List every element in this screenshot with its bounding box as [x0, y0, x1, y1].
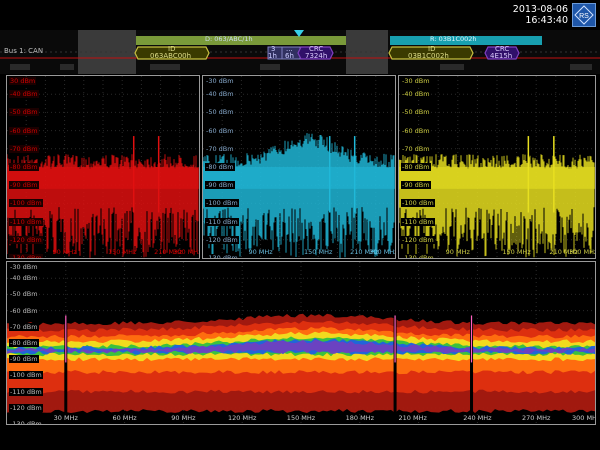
red-y-tick-label: -90 dBm [9, 181, 39, 190]
red-y-tick-label: -110 dBm [9, 217, 43, 226]
bottom-y-tick-label: -30 dBm [9, 263, 39, 271]
yellow-y-tick-label: -110 dBm [401, 217, 435, 226]
bottom-x-tick-label: 120 MHz [227, 414, 257, 422]
red-x-tick-label: 90 MHz [52, 248, 77, 256]
spectrum-panel-cyan[interactable]: -30 dBm -40 dBm -50 dBm -60 dBm -70 dBm -80 d… [202, 75, 396, 259]
red-y-tick-label: -50 dBm [9, 108, 39, 117]
bottom-spectrum-graphic [7, 262, 595, 424]
cyan-y-tick-label: -90 dBm [205, 181, 235, 190]
frame-2-title[interactable]: R: 03B1C002h [430, 35, 477, 43]
yellow-y-tick-label: -50 dBm [401, 108, 431, 117]
red-x-tick-label: 150 MHz [107, 248, 137, 256]
spectrum-panel-yellow[interactable]: -30 dBm -40 dBm -50 dBm -60 dBm -70 dBm -80 d… [398, 75, 596, 259]
cyan-x-tick-label: 300 MHz [369, 248, 396, 256]
bottom-x-tick-label: 180 MHz [345, 414, 374, 422]
bottom-y-tick-label: -130 dBm [9, 420, 43, 424]
bottom-y-tick-label: -40 dBm [9, 274, 39, 283]
rs-logo-icon: RS [572, 3, 596, 27]
cyan-y-tick-label: -40 dBm [205, 90, 235, 99]
bottom-y-tick-label: -90 dBm [9, 355, 39, 364]
frame-1-field-b: 1h [268, 52, 277, 60]
date-text: 2013-08-06 [512, 4, 568, 15]
frame-1-field-d: ... [286, 45, 293, 53]
bottom-x-tick-label: 210 MHz [398, 414, 427, 422]
cyan-y-tick-label: -70 dBm [205, 144, 235, 153]
bottom-y-tick-label: -80 dBm [9, 339, 39, 347]
bottom-x-tick-label: 270 MHz [521, 414, 551, 422]
spectrogram-panel[interactable]: -30 dBm -40 dBm -50 dBm -60 dBm -70 dBm -80 d… [6, 261, 596, 425]
red-x-tick-label: 300 MHz [173, 248, 200, 256]
cyan-y-tick-label: -60 dBm [205, 126, 235, 135]
bottom-y-tick-label: -120 dBm [9, 403, 43, 412]
datetime: 2013-08-06 16:43:40 [513, 4, 568, 26]
yellow-y-tick-label: -100 dBm [401, 199, 435, 208]
red-y-tick-label: -70 dBm [9, 144, 39, 153]
red-y-tick-label: 30 dBm [9, 77, 37, 85]
cyan-y-tick-label: -110 dBm [205, 217, 239, 226]
bottom-y-tick-label: -50 dBm [9, 290, 39, 299]
red-y-tick-label: -60 dBm [9, 126, 39, 135]
cyan-y-tick-label: -80 dBm [205, 163, 235, 171]
frame-2-crc-value: 4E15h [490, 52, 513, 60]
yellow-x-tick-label: 150 MHz [502, 248, 531, 256]
cyan-y-tick-label: -30 dBm [205, 77, 235, 85]
frame-2-id-value: 03B1C002h [408, 52, 449, 60]
yellow-y-tick-label: -120 dBm [401, 235, 435, 244]
cyan-x-tick-label: 90 MHz [248, 248, 273, 256]
bottom-y-tick-label: -60 dBm [9, 306, 39, 315]
svg-text:RS: RS [579, 13, 589, 20]
yellow-y-tick-label: -40 dBm [401, 90, 431, 99]
cyan-y-tick-label: -120 dBm [205, 235, 239, 244]
frame-1-field-c: 6h [285, 52, 294, 60]
bottom-y-tick-label: -110 dBm [9, 387, 43, 396]
yellow-y-tick-label: -70 dBm [401, 144, 431, 153]
bottom-x-tick-label: 300 MHz [571, 414, 595, 422]
bottom-x-tick-label: 240 MHz [463, 414, 492, 422]
yellow-y-tick-label: -60 dBm [401, 126, 431, 135]
spectrum-panel-red[interactable]: 30 dBm -40 dBm -50 dBm -60 dBm -70 dBm -80 dB… [6, 75, 200, 259]
yellow-y-tick-label: -90 dBm [401, 181, 431, 190]
bottom-y-tick-label: -70 dBm [9, 322, 39, 331]
red-y-tick-label: -120 dBm [9, 235, 43, 244]
bottom-x-tick-label: 150 MHz [286, 414, 316, 422]
yellow-x-tick-label: 300 MHz [569, 248, 596, 256]
bottom-x-tick-label: 90 MHz [171, 414, 196, 422]
trigger-marker-icon[interactable] [294, 30, 304, 37]
red-y-tick-label: -100 dBm [9, 199, 43, 208]
yellow-x-tick-label: 90 MHz [445, 248, 470, 256]
red-y-tick-label: -40 dBm [9, 90, 39, 99]
cyan-y-tick-label: -50 dBm [205, 108, 235, 117]
time-text: 16:43:40 [525, 15, 568, 26]
bottom-y-tick-label: -100 dBm [9, 371, 43, 380]
yellow-y-tick-label: -30 dBm [401, 77, 431, 85]
frame-1-crc-value: 7324h [305, 52, 328, 60]
cyan-y-tick-label: -130 dBm [205, 254, 239, 258]
cyan-x-tick-label: 150 MHz [303, 248, 333, 256]
red-y-tick-label: -130 dBm [9, 254, 43, 258]
red-y-tick-label: -80 dBm [9, 163, 39, 171]
cyan-y-tick-label: -100 dBm [205, 199, 239, 208]
bus-label: Bus 1: CAN [4, 47, 44, 55]
bottom-x-tick-label: 60 MHz [112, 414, 137, 422]
yellow-y-tick-label: -80 dBm [401, 163, 431, 171]
bus-decode-area[interactable]: D: 063/ABC/1h ID 063ABC00h 3 1h 6h ... C… [0, 30, 600, 74]
frame-1-title[interactable]: D: 063/ABC/1h [205, 35, 253, 43]
bottom-x-tick-label: 30 MHz [53, 414, 78, 422]
frame-1-id-value: 063ABC00h [150, 52, 192, 60]
yellow-y-tick-label: -130 dBm [401, 254, 435, 258]
